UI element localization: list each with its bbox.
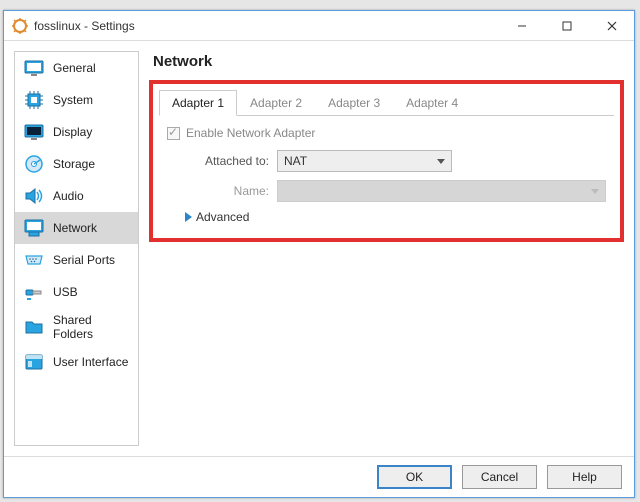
chevron-down-icon: [591, 189, 599, 194]
sidebar-item-display[interactable]: Display: [15, 116, 138, 148]
adapter-tabs: Adapter 1 Adapter 2 Adapter 3 Adapter 4: [159, 90, 614, 116]
sidebar-item-label: System: [53, 93, 93, 107]
sidebar-item-audio[interactable]: Audio: [15, 180, 138, 212]
sidebar-item-label: Display: [53, 125, 92, 139]
sidebar-item-label: USB: [53, 285, 78, 299]
tab-adapter-4[interactable]: Adapter 4: [393, 90, 471, 115]
attached-to-value: NAT: [284, 154, 307, 168]
name-select: [277, 180, 606, 202]
disk-icon: [23, 153, 45, 175]
attached-to-row: Attached to: NAT: [167, 150, 606, 172]
sidebar-item-label: Shared Folders: [53, 313, 130, 341]
ui-icon: [23, 351, 45, 373]
window-title: fosslinux - Settings: [34, 19, 135, 33]
sidebar-item-user-interface[interactable]: User Interface: [15, 346, 138, 378]
sidebar-item-network[interactable]: Network: [15, 212, 138, 244]
attached-to-label: Attached to:: [167, 154, 277, 168]
advanced-label: Advanced: [196, 210, 249, 224]
settings-window: fosslinux - Settings: [3, 10, 635, 498]
chip-icon: [23, 89, 45, 111]
content-panel: Network Adapter 1 Adapter 2 Adapter 3 Ad…: [149, 51, 624, 446]
sidebar-item-storage[interactable]: Storage: [15, 148, 138, 180]
serial-port-icon: [23, 249, 45, 271]
sidebar-item-general[interactable]: General: [15, 52, 138, 84]
tab-adapter-2[interactable]: Adapter 2: [237, 90, 315, 115]
speaker-icon: [23, 185, 45, 207]
sidebar-item-label: User Interface: [53, 355, 128, 369]
name-row: Name:: [167, 180, 606, 202]
sidebar-item-label: Audio: [53, 189, 84, 203]
tab-adapter-1[interactable]: Adapter 1: [159, 90, 237, 116]
sidebar-item-label: General: [53, 61, 96, 75]
network-icon: [23, 217, 45, 239]
maximize-button[interactable]: [544, 11, 589, 41]
tab-adapter-3[interactable]: Adapter 3: [315, 90, 393, 115]
sidebar-item-serial-ports[interactable]: Serial Ports: [15, 244, 138, 276]
page-title: Network: [153, 53, 624, 70]
triangle-right-icon: [185, 212, 192, 222]
sidebar-item-label: Serial Ports: [53, 253, 115, 267]
enable-adapter-checkbox[interactable]: [167, 127, 180, 140]
folder-icon: [23, 316, 45, 338]
advanced-toggle[interactable]: Advanced: [185, 210, 606, 224]
close-button[interactable]: [589, 11, 634, 41]
usb-icon: [23, 281, 45, 303]
help-button[interactable]: Help: [547, 465, 622, 489]
sidebar-item-label: Network: [53, 221, 97, 235]
ok-button[interactable]: OK: [377, 465, 452, 489]
enable-adapter-row: Enable Network Adapter: [167, 126, 606, 140]
sidebar-item-system[interactable]: System: [15, 84, 138, 116]
minimize-button[interactable]: [499, 11, 544, 41]
sidebar: General System: [14, 51, 139, 446]
app-icon: [12, 18, 28, 34]
chevron-down-icon: [437, 159, 445, 164]
titlebar: fosslinux - Settings: [4, 11, 634, 41]
attached-to-select[interactable]: NAT: [277, 150, 452, 172]
sidebar-item-shared-folders[interactable]: Shared Folders: [15, 308, 138, 346]
sidebar-item-label: Storage: [53, 157, 95, 171]
cancel-button[interactable]: Cancel: [462, 465, 537, 489]
name-label: Name:: [167, 184, 277, 198]
display-icon: [23, 121, 45, 143]
dialog-footer: OK Cancel Help: [4, 456, 634, 497]
enable-adapter-label: Enable Network Adapter: [186, 126, 315, 140]
sidebar-item-usb[interactable]: USB: [15, 276, 138, 308]
tab-body: Enable Network Adapter Attached to: NAT …: [159, 116, 614, 232]
highlight-box: Adapter 1 Adapter 2 Adapter 3 Adapter 4 …: [149, 80, 624, 242]
body-area: General System: [4, 41, 634, 456]
monitor-icon: [23, 57, 45, 79]
